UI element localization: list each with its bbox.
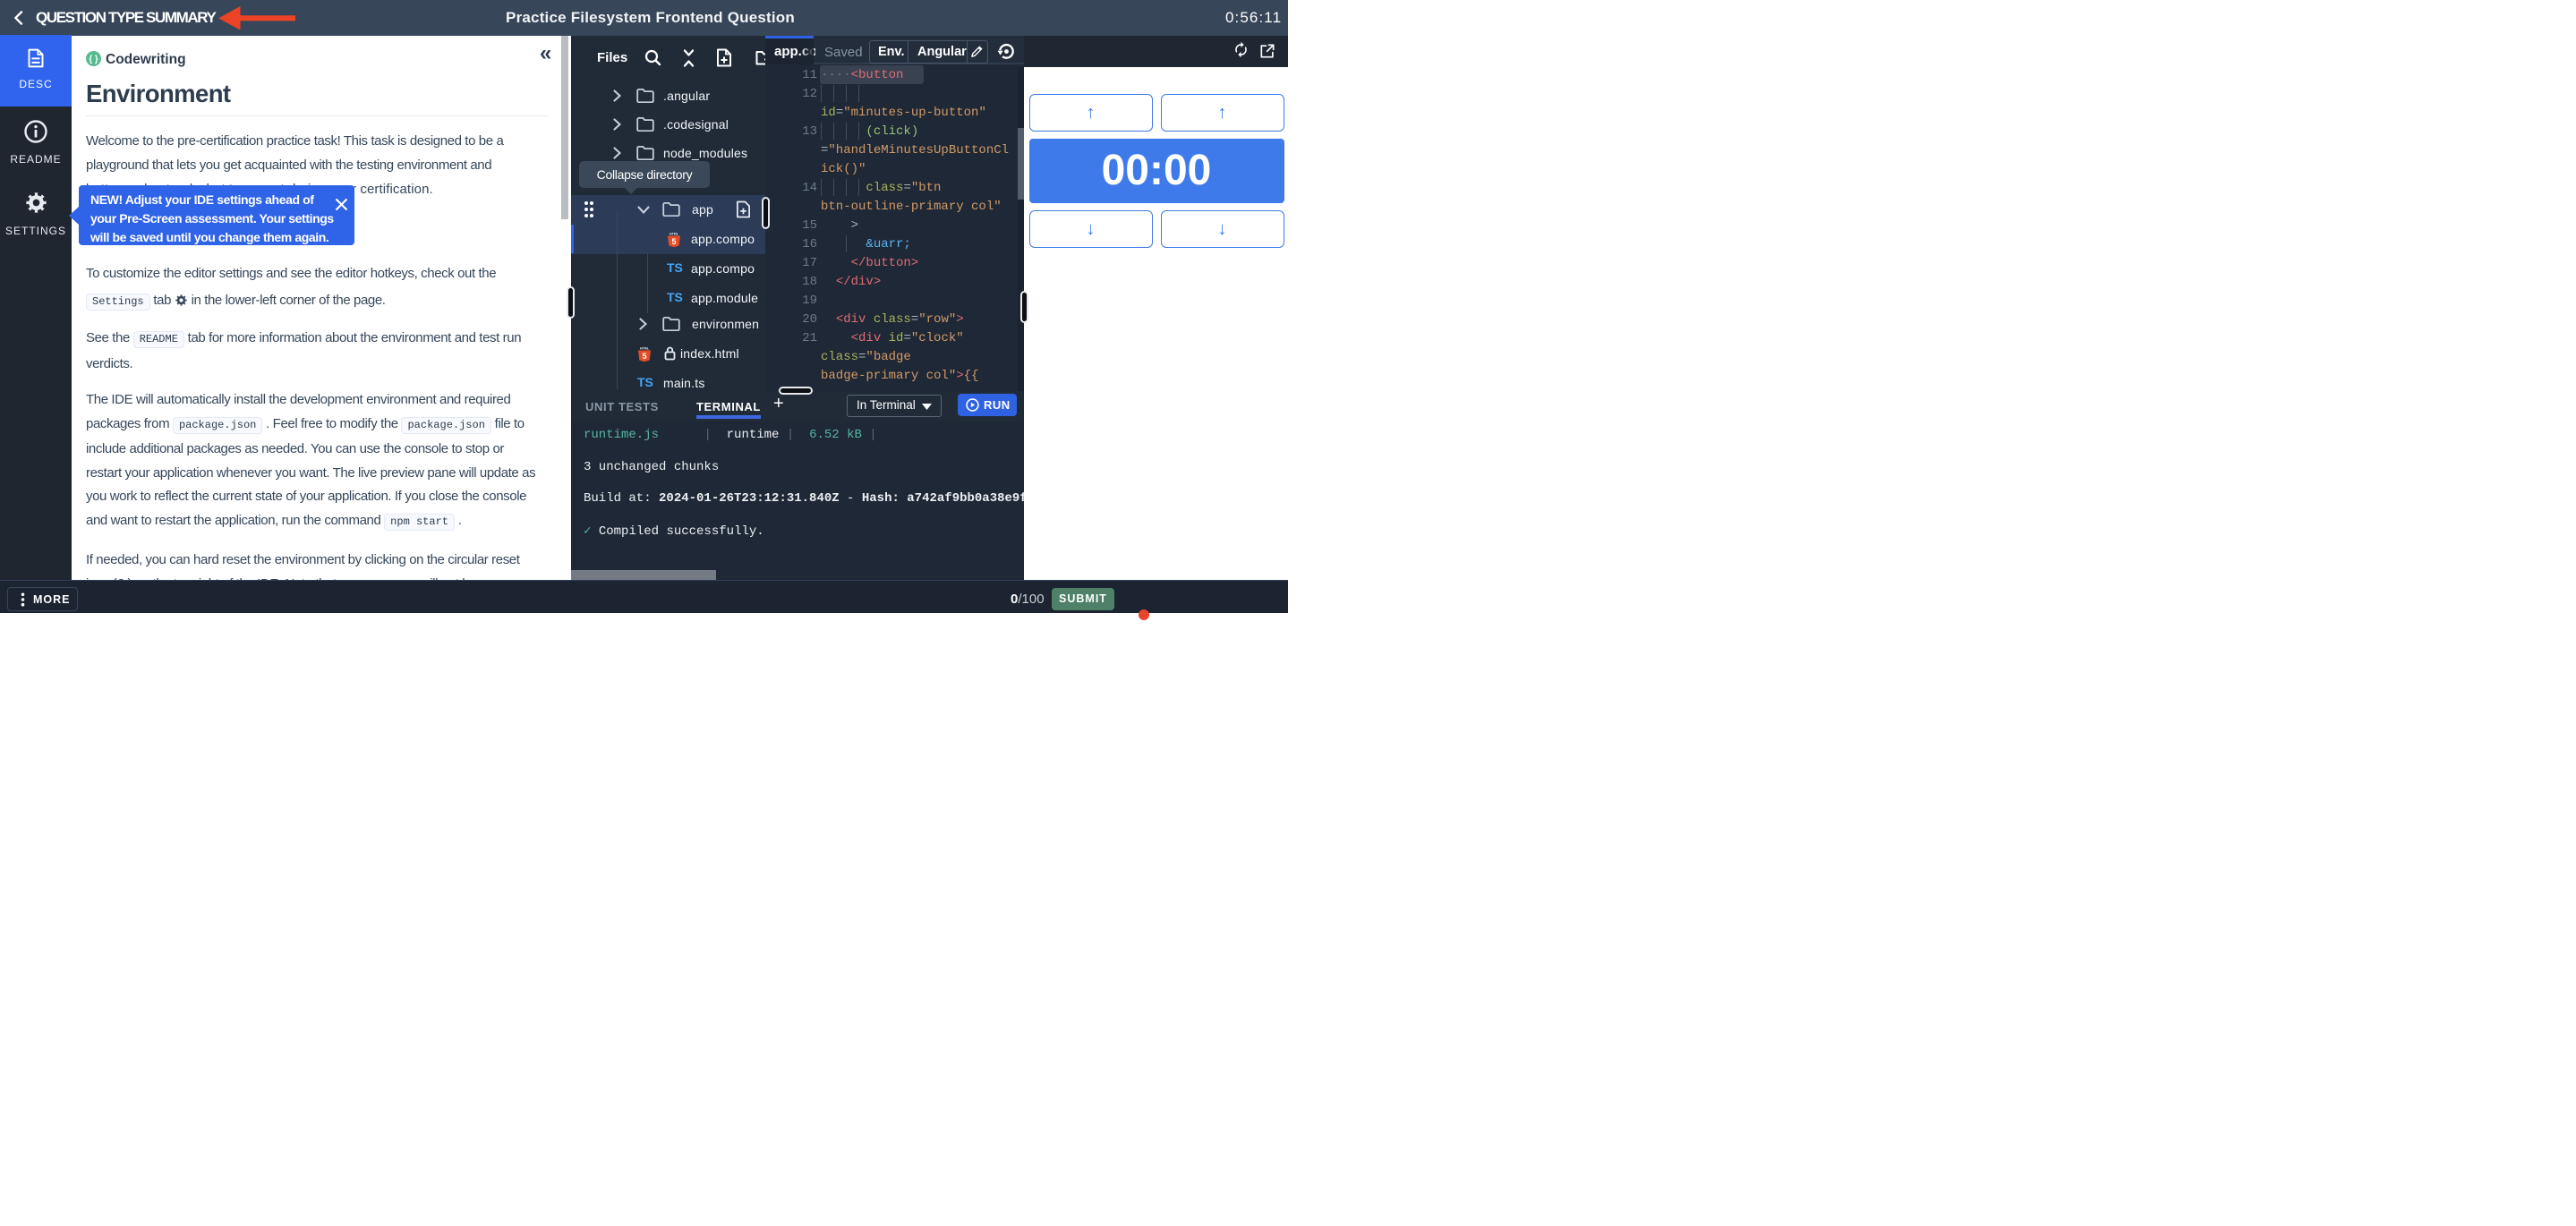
svg-text:{ }: { } xyxy=(89,55,98,64)
svg-text:5: 5 xyxy=(642,352,646,361)
svg-text:5: 5 xyxy=(671,237,676,246)
svg-text:HTML: HTML xyxy=(670,233,679,236)
svg-text:HTML: HTML xyxy=(640,347,650,351)
